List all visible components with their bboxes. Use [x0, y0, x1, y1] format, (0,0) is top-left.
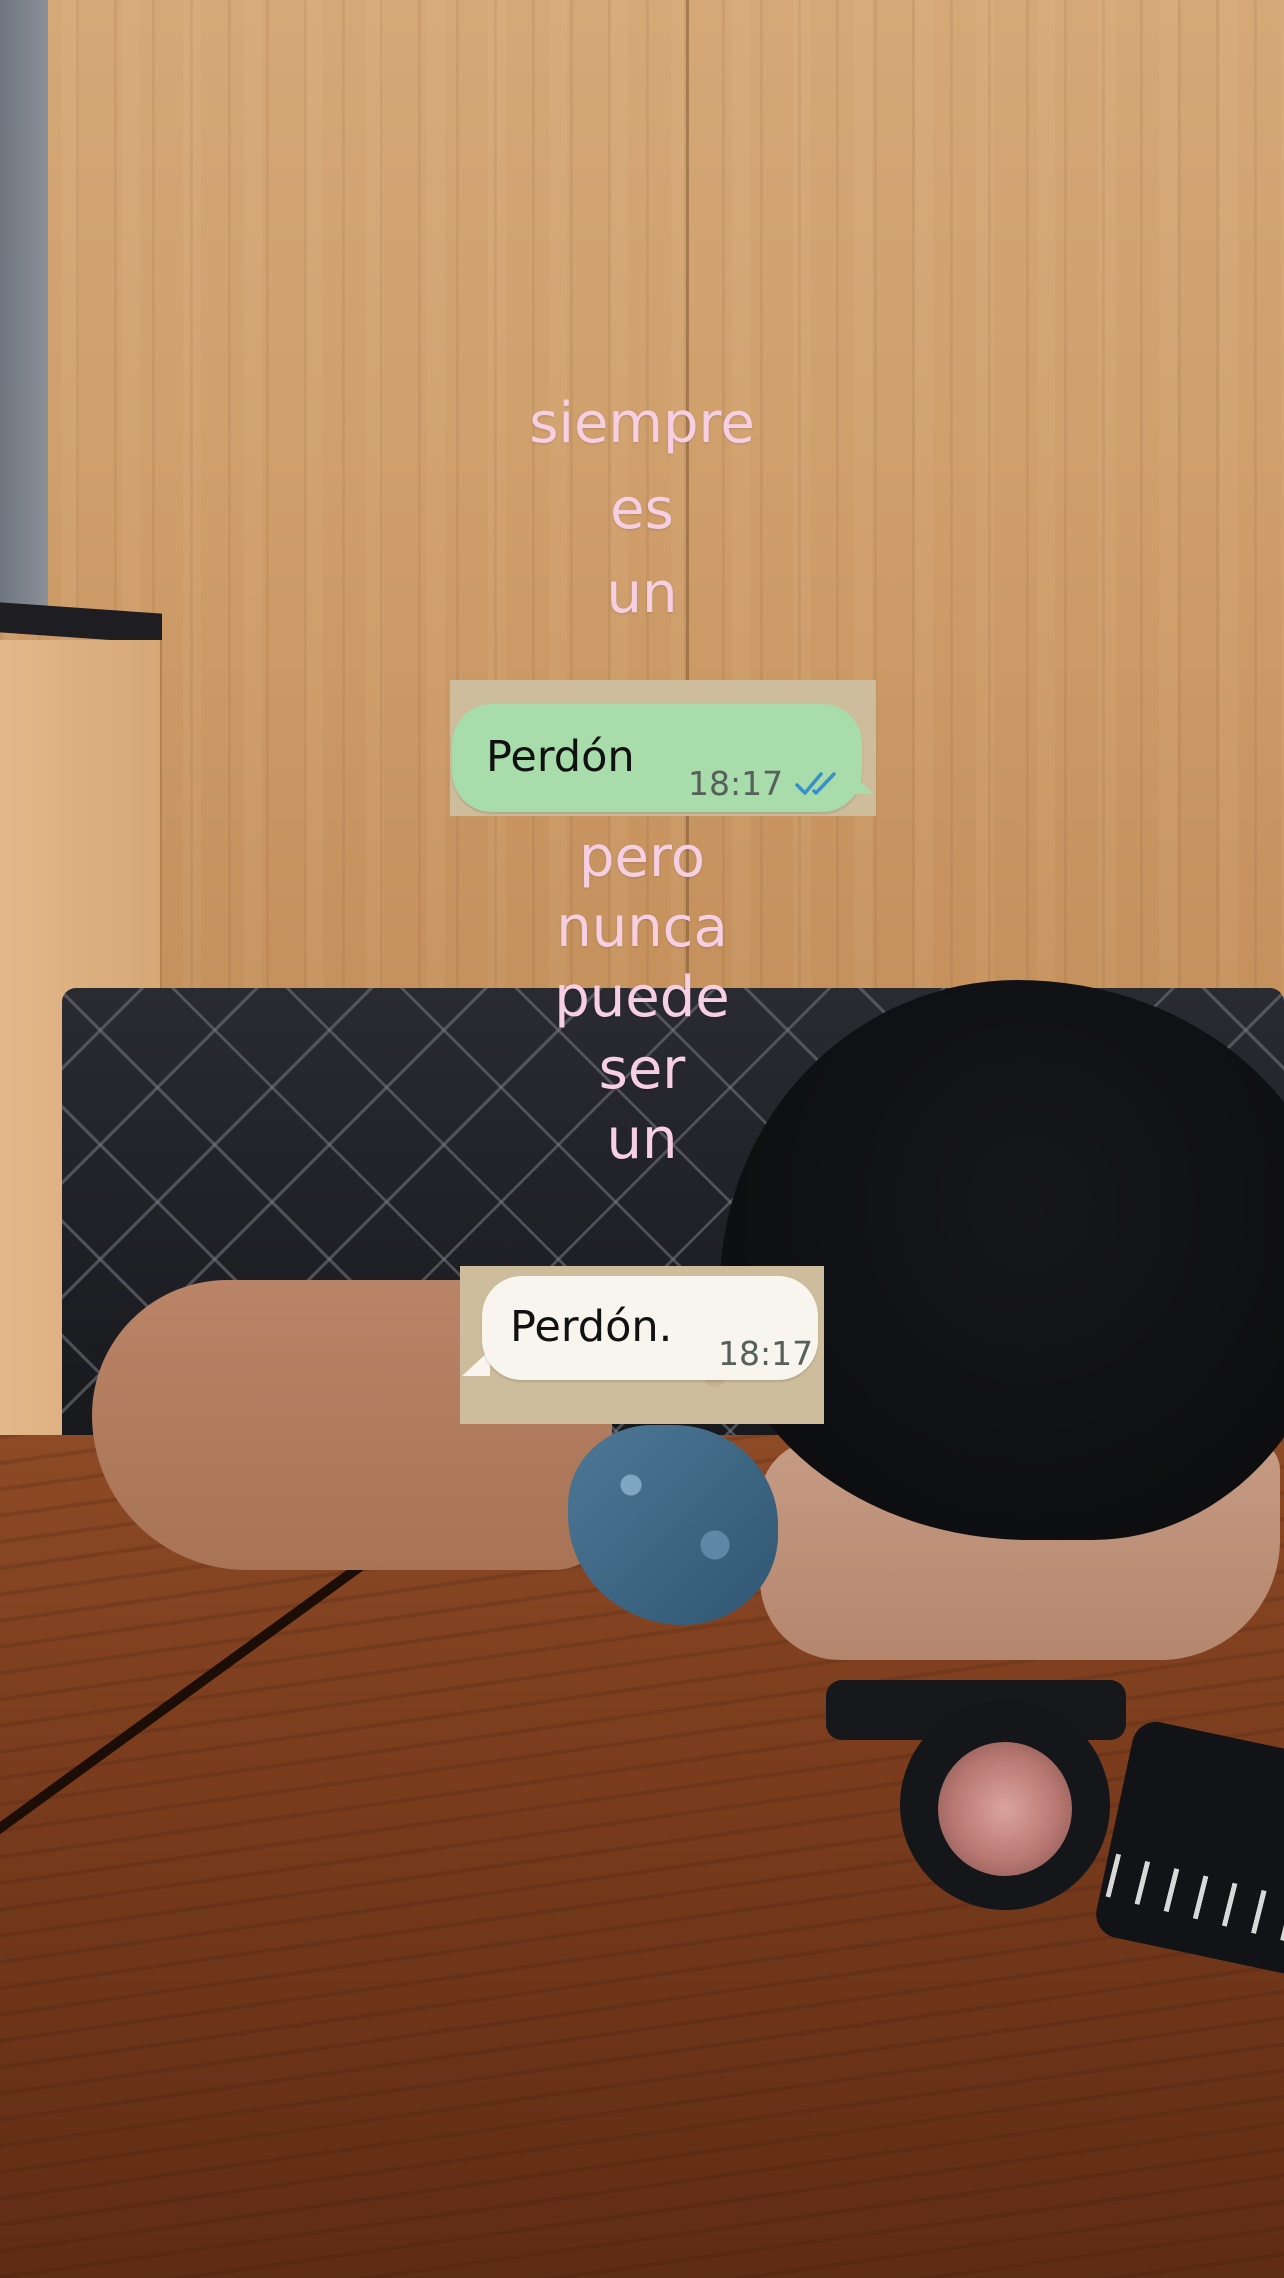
- sent-message-snippet: Perdón 18:17: [450, 680, 876, 816]
- sent-bubble-tail: [850, 772, 874, 794]
- received-message-time: 18:17: [718, 1334, 814, 1373]
- overlay-text-ser: ser: [598, 1037, 686, 1102]
- received-message-bubble[interactable]: Perdón. 18:17: [482, 1276, 818, 1380]
- watch-face: [938, 1742, 1072, 1876]
- overlay-text-un-second: un: [606, 1107, 678, 1172]
- story-canvas: siempre es un Perdón 18:17 pero nunca pu…: [0, 0, 1284, 2278]
- double-check-read-icon: [794, 768, 846, 798]
- overlay-text-nunca: nunca: [556, 895, 728, 960]
- received-message-text: Perdón.: [510, 1302, 673, 1352]
- overlay-text-es: es: [610, 477, 674, 542]
- received-message-snippet: Perdón. 18:17: [460, 1266, 824, 1424]
- sent-message-text: Perdón: [486, 732, 635, 782]
- overlay-text-puede: puede: [554, 965, 730, 1030]
- overlay-text-siempre: siempre: [529, 391, 755, 456]
- overlay-text-un: un: [606, 561, 678, 626]
- sent-message-bubble[interactable]: Perdón 18:17: [452, 704, 862, 812]
- sent-message-time: 18:17: [688, 764, 784, 803]
- overlay-text-pero: pero: [578, 825, 706, 890]
